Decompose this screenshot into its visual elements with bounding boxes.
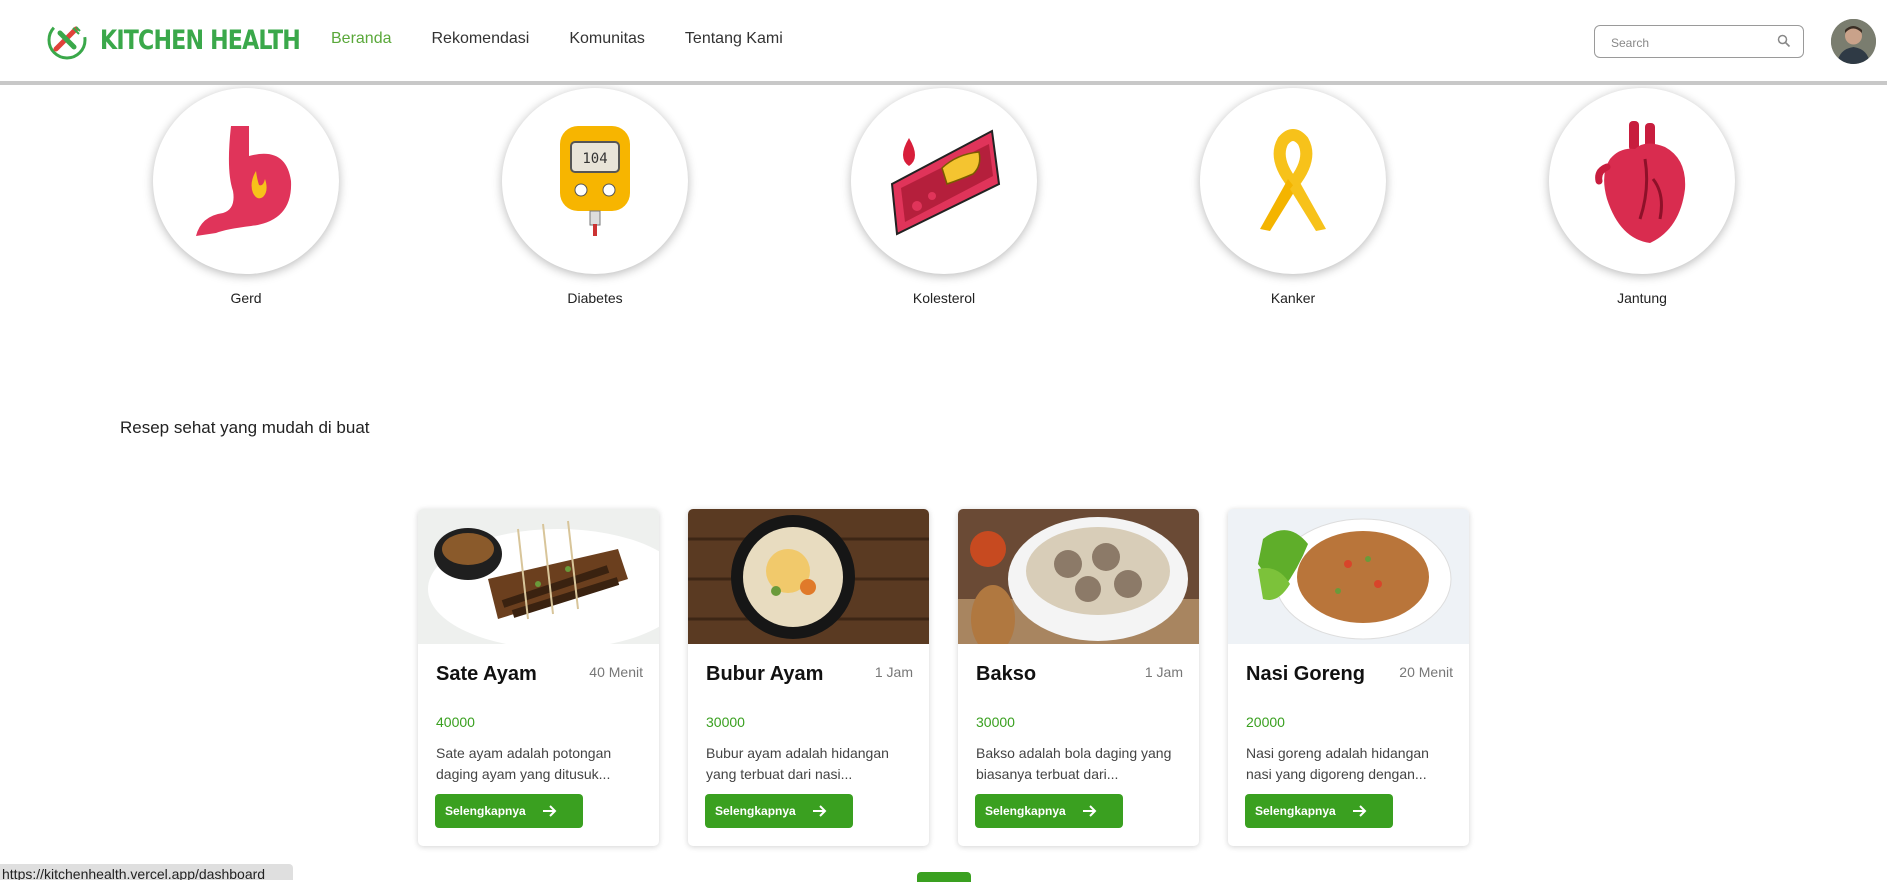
- recipe-image: [958, 509, 1199, 644]
- category-label: Diabetes: [567, 290, 623, 306]
- category-kolesterol[interactable]: Kolesterol: [849, 88, 1039, 306]
- recipe-time: 1 Jam: [1144, 664, 1183, 680]
- user-avatar[interactable]: [1831, 19, 1876, 64]
- heart-icon: [1594, 120, 1685, 243]
- top-navbar: KITCHEN HEALTH Beranda Rekomendasi Komun…: [0, 0, 1887, 85]
- category-kanker[interactable]: Kanker: [1198, 88, 1388, 306]
- category-circle: [1200, 88, 1386, 274]
- recipe-time: 20 Menit: [1399, 664, 1453, 680]
- arrow-right-icon: [1352, 804, 1368, 818]
- search-box: [1594, 25, 1804, 59]
- stomach-icon: [196, 126, 292, 236]
- recipe-card-bubur-ayam[interactable]: Bubur Ayam 1 Jam 30000 Bubur ayam adalah…: [688, 509, 929, 846]
- more-recipes-button[interactable]: [917, 872, 971, 882]
- brand-logo[interactable]: KITCHEN HEALTH: [46, 19, 344, 61]
- arrow-right-icon: [812, 804, 828, 818]
- category-circle: [153, 88, 339, 274]
- read-more-button[interactable]: Selengkapnya: [1245, 794, 1393, 828]
- read-more-label: Selengkapnya: [1255, 804, 1336, 818]
- nav-item-tentang-kami[interactable]: Tentang Kami: [685, 30, 783, 48]
- nav-item-beranda[interactable]: Beranda: [331, 30, 392, 48]
- recipe-description: Bakso adalah bola daging yang biasanya t…: [976, 745, 1172, 782]
- recipe-description: Sate ayam adalah potongan daging ayam ya…: [436, 745, 612, 782]
- cancer-ribbon-icon: [1260, 128, 1326, 231]
- category-label: Kanker: [1270, 290, 1316, 306]
- recipe-card-nasi-goreng[interactable]: Nasi Goreng 20 Menit 20000 Nasi goreng a…: [1228, 509, 1469, 846]
- arrow-right-icon: [542, 804, 558, 818]
- recipe-title: Sate Ayam: [436, 663, 537, 685]
- category-label: Jantung: [1617, 290, 1667, 306]
- health-categories: Gerd 104 Diabetes Kolesterol Kanker Jant…: [0, 88, 1887, 318]
- recipe-price: 30000: [976, 714, 1015, 730]
- category-label: Kolesterol: [912, 290, 976, 306]
- arrow-right-icon: [1082, 804, 1098, 818]
- read-more-label: Selengkapnya: [715, 804, 796, 818]
- category-diabetes[interactable]: 104 Diabetes: [500, 88, 690, 306]
- recipe-card-sate-ayam[interactable]: Sate Ayam 40 Menit 40000 Sate ayam adala…: [418, 509, 659, 846]
- recipe-description: Nasi goreng adalah hidangan nasi yang di…: [1246, 745, 1429, 782]
- recipe-title: Bubur Ayam: [706, 663, 824, 685]
- recipe-time: 40 Menit: [589, 664, 643, 680]
- recipe-image: [1228, 509, 1469, 644]
- recipe-price: 40000: [436, 714, 475, 730]
- glucose-meter-icon: 104: [560, 125, 630, 236]
- fork-spoon-logo-icon: [47, 20, 87, 60]
- read-more-button[interactable]: Selengkapnya: [975, 794, 1123, 828]
- nav-item-rekomendasi[interactable]: Rekomendasi: [432, 30, 530, 48]
- search-icon[interactable]: [1777, 34, 1791, 53]
- read-more-label: Selengkapnya: [445, 804, 526, 818]
- search-input[interactable]: [1595, 26, 1773, 59]
- recipe-price: 20000: [1246, 714, 1285, 730]
- svg-text:104: 104: [582, 151, 607, 167]
- recipe-time: 1 Jam: [874, 664, 913, 680]
- read-more-button[interactable]: Selengkapnya: [705, 794, 853, 828]
- artery-cholesterol-icon: [890, 129, 1000, 236]
- nav-item-komunitas[interactable]: Komunitas: [569, 30, 645, 48]
- section-title: Resep sehat yang mudah di buat: [120, 418, 370, 437]
- category-gerd[interactable]: Gerd: [151, 88, 341, 306]
- recipe-image: [418, 509, 659, 644]
- category-label: Gerd: [230, 290, 262, 306]
- category-circle: 104: [502, 88, 688, 274]
- recipe-price: 30000: [706, 714, 745, 730]
- main-nav: Beranda Rekomendasi Komunitas Tentang Ka…: [331, 30, 783, 48]
- category-circle: [1549, 88, 1735, 274]
- recipe-description: Bubur ayam adalah hidangan yang terbuat …: [706, 745, 889, 782]
- recipe-image: [688, 509, 929, 644]
- recipe-title: Bakso: [976, 663, 1037, 685]
- category-circle: [851, 88, 1037, 274]
- read-more-label: Selengkapnya: [985, 804, 1066, 818]
- recipe-title: Nasi Goreng: [1246, 663, 1365, 685]
- read-more-button[interactable]: Selengkapnya: [435, 794, 583, 828]
- recipe-card-bakso[interactable]: Bakso 1 Jam 30000 Bakso adalah bola dagi…: [958, 509, 1199, 846]
- category-jantung[interactable]: Jantung: [1547, 88, 1737, 306]
- brand-name: KITCHEN HEALTH: [100, 24, 301, 56]
